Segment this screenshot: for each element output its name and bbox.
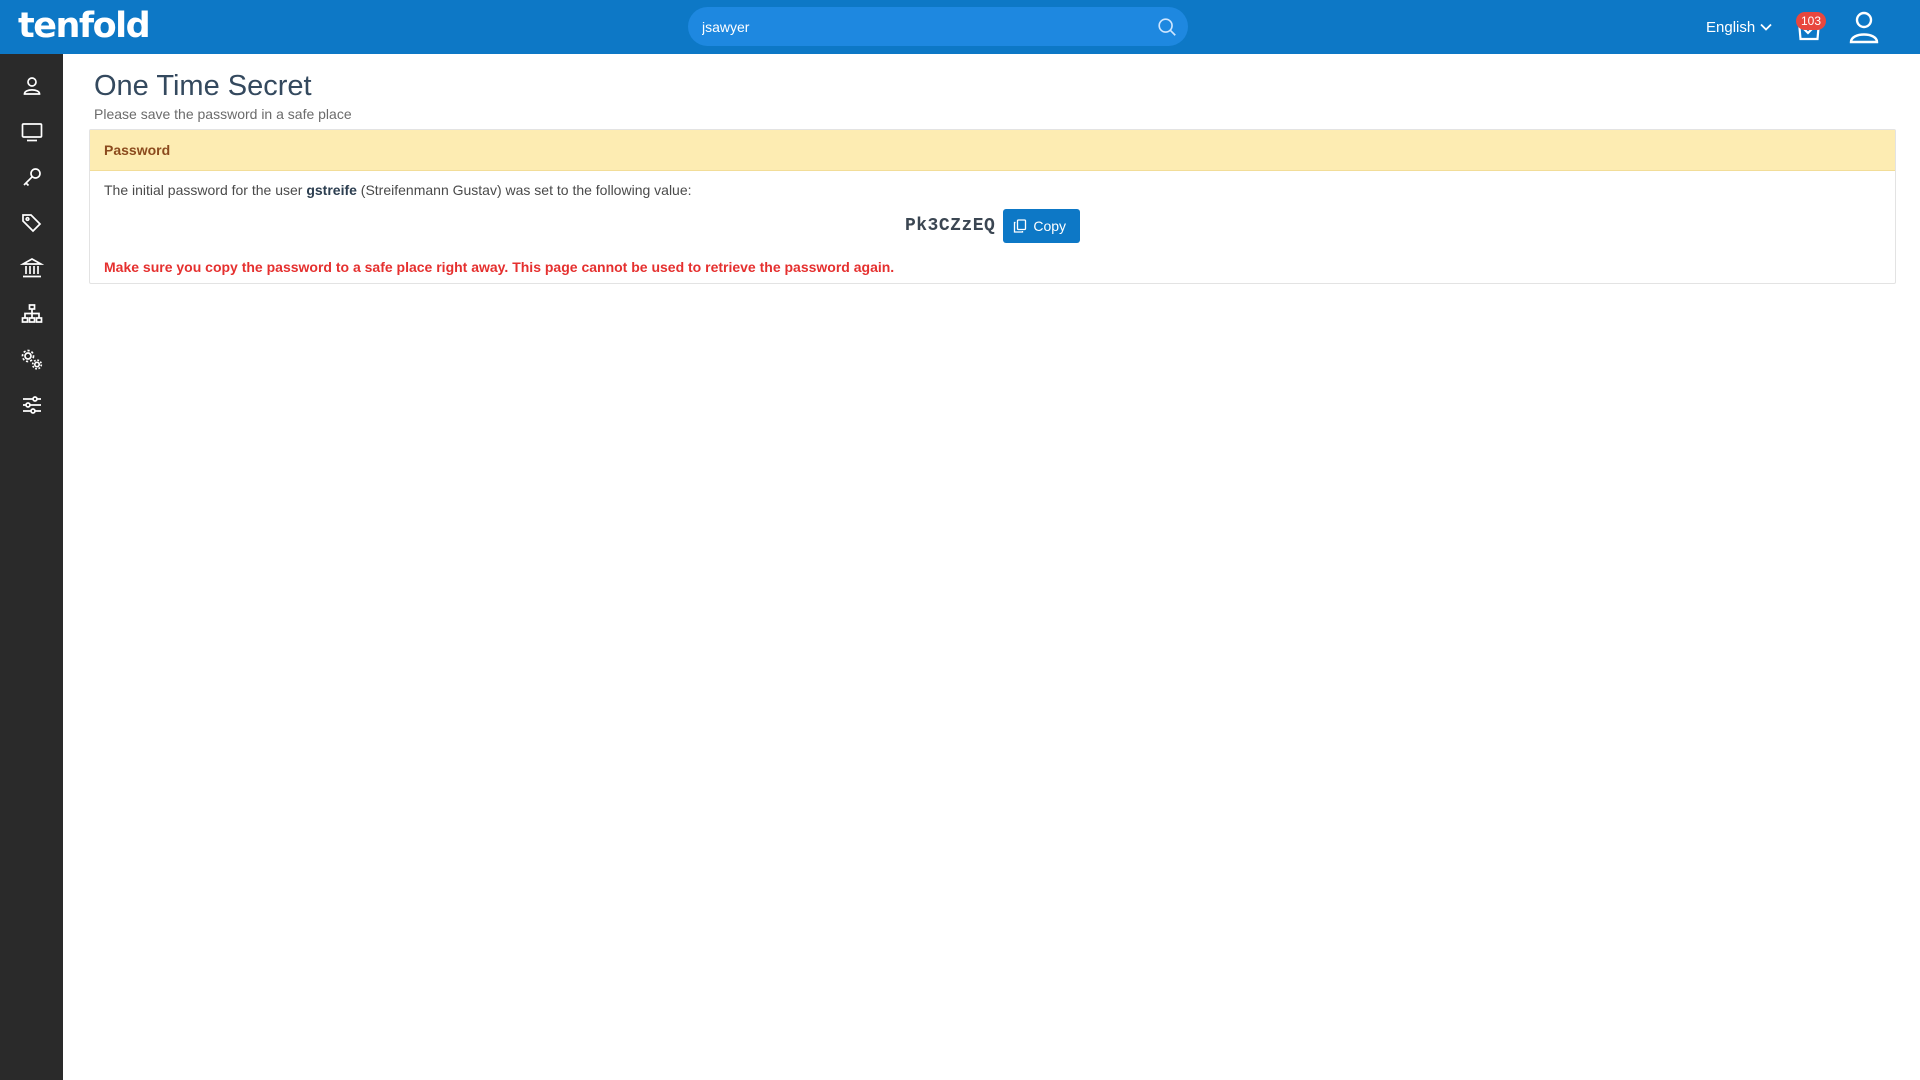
sidebar-item-tags[interactable] bbox=[0, 201, 63, 245]
sidebar-item-permissions[interactable] bbox=[0, 155, 63, 199]
chevron-down-icon bbox=[1760, 23, 1772, 31]
sidebar-item-settings[interactable] bbox=[0, 338, 63, 382]
panel-header: Password bbox=[90, 130, 1895, 171]
sidebar-item-users[interactable] bbox=[0, 64, 63, 108]
search-box bbox=[688, 7, 1188, 46]
sidebar-item-structure[interactable] bbox=[0, 292, 63, 336]
notification-badge: 103 bbox=[1796, 12, 1827, 30]
user-icon bbox=[23, 77, 40, 95]
gears-icon bbox=[21, 349, 42, 370]
institution-icon bbox=[19, 258, 44, 278]
sidebar bbox=[0, 54, 63, 1080]
top-bar: tenfold English 103 bbox=[0, 0, 1920, 54]
language-selector[interactable]: English bbox=[1706, 17, 1773, 37]
key-icon bbox=[22, 168, 41, 187]
warning-message: Make sure you copy the password to a saf… bbox=[104, 259, 895, 275]
info-suffix: (Streifenmann Gustav) was set to the fol… bbox=[360, 182, 692, 198]
sitemap-icon bbox=[21, 304, 42, 323]
sliders-icon bbox=[22, 396, 41, 414]
language-label: English bbox=[1706, 18, 1756, 36]
info-prefix: The initial password for the user bbox=[104, 182, 303, 198]
tenfold-logo[interactable]: tenfold bbox=[18, 4, 151, 48]
password-value[interactable]: Pk3CZzEQ bbox=[905, 216, 995, 236]
sidebar-item-devices[interactable] bbox=[0, 110, 63, 154]
copy-button-label: Copy bbox=[1033, 218, 1067, 234]
sidebar-item-configuration[interactable] bbox=[0, 383, 63, 427]
search-icon[interactable] bbox=[1156, 16, 1178, 38]
monitor-icon bbox=[21, 123, 42, 142]
user-account-icon[interactable] bbox=[1848, 10, 1880, 44]
password-row: Pk3CZzEQ Copy bbox=[90, 209, 1895, 243]
copy-button[interactable]: Copy bbox=[1003, 209, 1081, 243]
password-panel: Password The initial password for the us… bbox=[89, 129, 1896, 284]
page-title: One Time Secret bbox=[94, 70, 312, 102]
tags-icon bbox=[21, 214, 41, 233]
sidebar-item-organization[interactable] bbox=[0, 246, 63, 290]
copy-icon bbox=[1014, 219, 1027, 233]
password-info-text: The initial password for the user gstrei… bbox=[104, 182, 692, 198]
search-input[interactable] bbox=[702, 7, 1142, 46]
page-subtitle: Please save the password in a safe place bbox=[94, 106, 352, 122]
username: gstreife bbox=[306, 182, 357, 198]
